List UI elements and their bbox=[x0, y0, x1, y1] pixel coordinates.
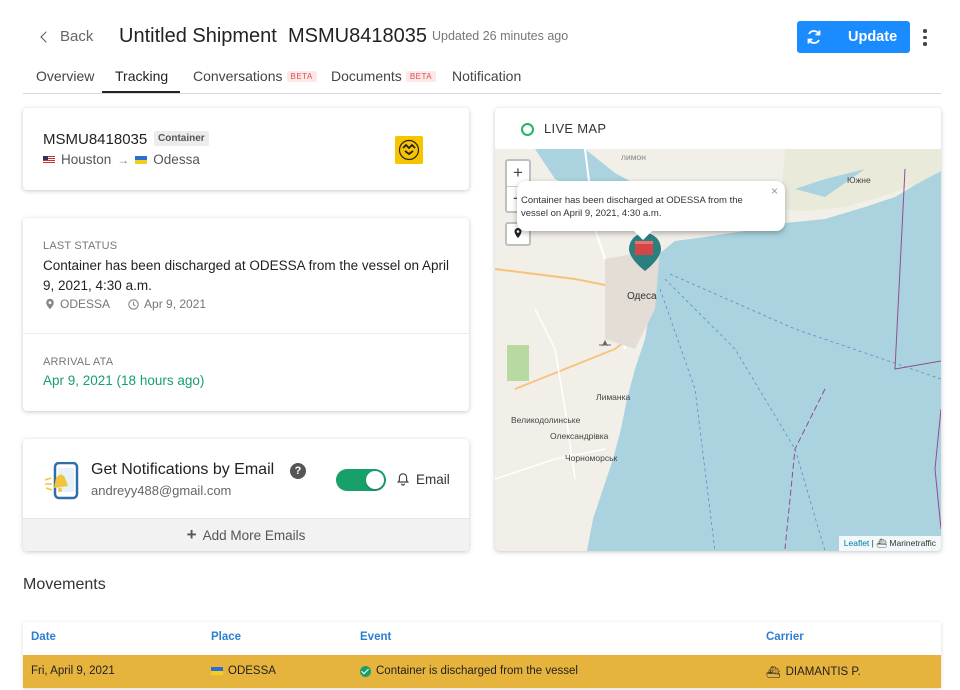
tab-conversations[interactable]: Conversations BETA bbox=[193, 68, 317, 94]
tab-bar: Overview Tracking Conversations BETA Docu… bbox=[23, 66, 941, 94]
status-location: ODESSA bbox=[60, 297, 111, 311]
map-header: LIVE MAP bbox=[495, 108, 941, 149]
tab-label: Notification bbox=[452, 68, 522, 84]
map-label-odesa: Одеса bbox=[627, 291, 657, 302]
tab-overview[interactable]: Overview bbox=[36, 68, 94, 94]
map-label-yuzhne: Южне bbox=[847, 175, 871, 185]
map-label-velykodolynske: Великодолинське bbox=[511, 415, 581, 425]
map-popup-text: Container has been discharged at ODESSA … bbox=[521, 195, 743, 219]
updated-timestamp: Updated 26 minutes ago bbox=[432, 29, 569, 43]
live-map-card: LIVE MAP Одеса Южне Лиманка Великодолинс… bbox=[495, 108, 941, 551]
close-icon[interactable]: × bbox=[771, 184, 778, 198]
container-number: MSMU8418035 bbox=[43, 131, 148, 148]
tab-label: Tracking bbox=[115, 68, 169, 84]
origin-port: Houston bbox=[61, 152, 112, 167]
ship-icon: ⛴ bbox=[766, 667, 781, 679]
map-label-lymanka: Лиманка bbox=[596, 392, 631, 402]
location-pin-icon bbox=[46, 298, 54, 310]
email-notification-card: Get Notifications by Email ? andreyy488@… bbox=[23, 439, 469, 551]
more-options-icon[interactable] bbox=[922, 29, 928, 46]
leaflet-link[interactable]: Leaflet bbox=[844, 538, 870, 548]
row-event: Container is discharged from the vessel bbox=[360, 665, 578, 677]
notification-email: andreyy488@gmail.com bbox=[91, 483, 232, 498]
tab-label: Documents bbox=[331, 68, 402, 84]
email-channel-label: Email bbox=[416, 472, 450, 487]
notification-title: Get Notifications by Email bbox=[91, 461, 275, 478]
table-header: Date Place Event Carrier bbox=[23, 622, 941, 655]
map-label-oleksandrivka: Олександрівка bbox=[550, 431, 609, 441]
shipment-title[interactable]: Untitled Shipment bbox=[119, 25, 277, 48]
tab-notification[interactable]: Notification bbox=[452, 68, 521, 94]
row-date: Fri, April 9, 2021 bbox=[31, 665, 115, 677]
status-date: Apr 9, 2021 bbox=[144, 297, 207, 311]
map-label-chornomorsk: Чорноморськ bbox=[565, 453, 618, 463]
map-attribution: Leaflet | ⛴ Marinetraffic bbox=[838, 536, 941, 551]
column-header-event[interactable]: Event bbox=[360, 631, 391, 643]
destination-port: Odessa bbox=[153, 152, 200, 167]
clock-icon bbox=[128, 298, 139, 310]
beta-badge: BETA bbox=[405, 71, 437, 82]
update-label: Update bbox=[848, 29, 898, 45]
shipment-tracking-page: Back Untitled Shipment MSMU8418035 Updat… bbox=[0, 0, 960, 690]
divider bbox=[23, 333, 469, 334]
map-popup: Container has been discharged at ODESSA … bbox=[517, 181, 785, 240]
tab-label: Conversations bbox=[193, 68, 283, 84]
row-carrier-label: DIAMANTIS P. bbox=[785, 666, 861, 678]
container-type-badge: Container bbox=[154, 131, 209, 146]
tab-documents[interactable]: Documents BETA bbox=[331, 68, 437, 94]
column-header-carrier[interactable]: Carrier bbox=[766, 631, 804, 643]
map-canvas[interactable]: Одеса Южне Лиманка Великодолинське Олекс… bbox=[495, 149, 941, 551]
live-indicator-icon bbox=[521, 123, 534, 136]
msc-logo bbox=[395, 136, 423, 164]
phone-notification-icon bbox=[44, 462, 79, 500]
row-event-label: Container is discharged from the vessel bbox=[376, 665, 578, 677]
ukraine-flag-icon bbox=[211, 667, 223, 675]
row-carrier: ⛴ DIAMANTIS P. bbox=[766, 665, 861, 679]
back-label: Back bbox=[60, 28, 94, 45]
container-route-card: MSMU8418035 Container Houston → Odessa bbox=[23, 108, 469, 190]
beta-badge: BETA bbox=[286, 71, 317, 82]
add-more-emails-label: Add More Emails bbox=[202, 527, 306, 543]
route: Houston → Odessa bbox=[43, 152, 200, 167]
movements-title: Movements bbox=[23, 576, 106, 593]
bell-icon bbox=[397, 473, 409, 486]
active-tab-indicator bbox=[102, 91, 180, 93]
add-more-emails-button[interactable]: + Add More Emails bbox=[23, 518, 469, 551]
tab-label: Overview bbox=[36, 68, 95, 84]
arrival-value: Apr 9, 2021 (18 hours ago) bbox=[43, 373, 205, 388]
shipment-number: MSMU8418035 bbox=[288, 25, 427, 47]
us-flag-icon bbox=[43, 155, 55, 164]
status-meta: ODESSA Apr 9, 2021 bbox=[45, 297, 206, 311]
row-place: ODESSA bbox=[211, 665, 276, 677]
live-map-title: LIVE MAP bbox=[544, 121, 607, 136]
popup-tip bbox=[634, 231, 652, 240]
email-notification-toggle[interactable] bbox=[336, 469, 386, 491]
ship-icon: ⛴ bbox=[876, 538, 890, 548]
row-place-label: ODESSA bbox=[228, 665, 276, 677]
column-header-date[interactable]: Date bbox=[31, 631, 56, 643]
arrival-label: ARRIVAL ATA bbox=[43, 356, 114, 368]
column-header-place[interactable]: Place bbox=[211, 631, 241, 643]
arrow-right-icon: → bbox=[117, 152, 130, 167]
attribution-source: Marinetraffic bbox=[889, 538, 936, 548]
plus-icon: + bbox=[186, 525, 197, 544]
refresh-icon bbox=[807, 30, 821, 44]
check-circle-icon bbox=[360, 665, 371, 677]
back-button[interactable]: Back bbox=[40, 28, 94, 45]
toggle-knob bbox=[366, 471, 384, 489]
table-row[interactable]: Fri, April 9, 2021 ODESSA Container is d… bbox=[23, 655, 941, 688]
movements-table: Date Place Event Carrier Fri, April 9, 2… bbox=[23, 622, 941, 688]
help-icon[interactable]: ? bbox=[290, 463, 306, 479]
last-status-text: Container has been discharged at ODESSA … bbox=[43, 258, 449, 293]
ukraine-flag-icon bbox=[135, 155, 148, 164]
map-label-lymon: лимон bbox=[621, 152, 646, 162]
update-button[interactable]: Update bbox=[797, 21, 910, 53]
last-status-label: LAST STATUS bbox=[43, 240, 118, 252]
chevron-left-icon bbox=[40, 30, 52, 43]
